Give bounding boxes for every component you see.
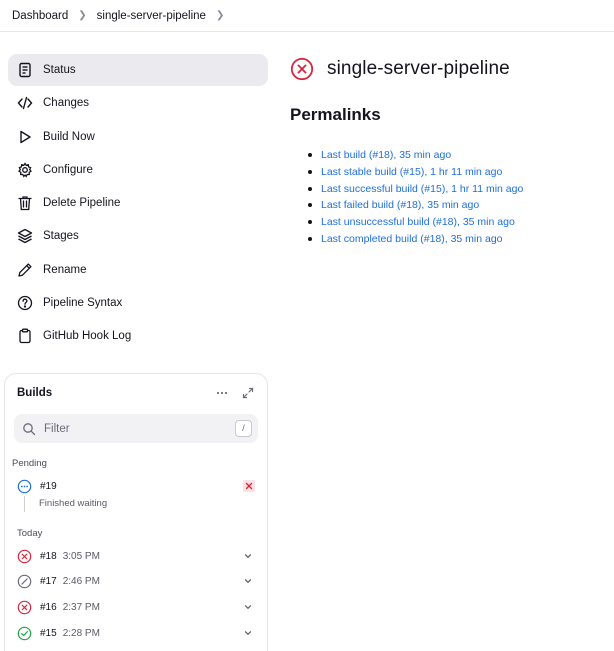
filter-input[interactable] (44, 422, 224, 435)
list-item: Last stable build (#15), 1 hr 11 min ago (308, 164, 523, 181)
builds-title: Builds (17, 387, 53, 399)
permalink-last-failed-build[interactable]: Last failed build (#18), 35 min ago (321, 199, 479, 211)
build-number: #17 (40, 575, 57, 587)
chevron-down-icon[interactable] (243, 576, 253, 586)
sidebar-item-stages[interactable]: Stages (8, 220, 268, 252)
permalinks-list: Last build (#18), 35 min ago Last stable… (308, 147, 523, 248)
sidebar-item-build-now[interactable]: Build Now (8, 121, 268, 153)
filter-box: / (14, 414, 258, 443)
list-item: Last completed build (#18), 35 min ago (308, 231, 523, 248)
build-time: 2:28 PM (62, 627, 100, 639)
failed-status-icon (17, 600, 32, 614)
build-time: 3:05 PM (62, 550, 100, 562)
build-row[interactable]: #17 2:46 PM (17, 571, 257, 591)
chevron-down-icon[interactable] (243, 628, 253, 638)
sidebar-item-label: Configure (43, 163, 93, 176)
sidebar-item-pipeline-syntax[interactable]: Pipeline Syntax (8, 287, 268, 319)
failed-status-icon (17, 549, 32, 563)
close-icon (245, 482, 253, 490)
build-time: 2:46 PM (62, 575, 100, 587)
builds-toolbar (215, 386, 255, 400)
cancel-build-button[interactable] (243, 480, 255, 492)
permalink-last-build[interactable]: Last build (#18), 35 min ago (321, 149, 451, 161)
permalink-last-unsuccessful-build[interactable]: Last unsuccessful build (#18), 35 min ag… (321, 216, 515, 228)
pending-label: Pending (12, 458, 47, 469)
play-icon (20, 130, 31, 143)
list-item: Last failed build (#18), 35 min ago (308, 197, 523, 214)
status-icon (19, 62, 31, 78)
sidebar-tasks: Status Changes Build Now Configure Delet… (8, 54, 268, 354)
build-number: #15 (40, 627, 57, 639)
sidebar-item-label: Rename (43, 263, 87, 276)
sidebar-item-label: GitHub Hook Log (43, 330, 132, 343)
list-item: Last successful build (#15), 1 hr 11 min… (308, 181, 523, 198)
failed-status-icon (290, 57, 314, 81)
permalink-last-successful-build[interactable]: Last successful build (#15), 1 hr 11 min… (321, 183, 523, 195)
sidebar-item-label: Delete Pipeline (43, 197, 121, 210)
more-icon[interactable] (215, 386, 229, 400)
list-item: Last unsuccessful build (#18), 35 min ag… (308, 214, 523, 231)
sidebar-item-label: Build Now (43, 130, 95, 143)
pending-note: Finished waiting (24, 496, 107, 512)
layers-icon (17, 229, 33, 244)
pending-status-icon (17, 479, 32, 493)
list-item: Last build (#18), 35 min ago (308, 147, 523, 164)
today-label: Today (17, 528, 43, 539)
breadcrumb-pipeline[interactable]: single-server-pipeline (97, 7, 206, 25)
chevron-right-icon[interactable]: ❯ (216, 10, 224, 21)
search-icon (23, 422, 36, 435)
breadcrumb: Dashboard ❯ single-server-pipeline ❯ (0, 0, 614, 32)
help-icon (17, 295, 33, 311)
sidebar-item-label: Status (43, 64, 76, 76)
keyboard-shortcut-hint: / (235, 420, 252, 437)
build-time: 2:37 PM (62, 601, 100, 613)
chevron-right-icon: ❯ (78, 10, 87, 21)
sidebar-item-label: Changes (43, 97, 90, 110)
chevron-down-icon[interactable] (243, 551, 253, 561)
build-row[interactable]: #18 3:05 PM (17, 546, 257, 566)
build-row[interactable]: #16 2:37 PM (17, 597, 257, 617)
sidebar-item-github-hook-log[interactable]: GitHub Hook Log (8, 320, 268, 352)
clipboard-icon (19, 328, 31, 344)
trash-icon (18, 196, 32, 211)
sidebar-item-changes[interactable]: Changes (8, 87, 268, 119)
sidebar-item-status[interactable]: Status (8, 54, 268, 86)
pencil-icon (18, 263, 32, 277)
build-number: #18 (40, 550, 57, 562)
pipeline-title: single-server-pipeline (327, 58, 510, 79)
breadcrumb-dashboard[interactable]: Dashboard (12, 7, 68, 25)
code-icon (17, 97, 33, 110)
success-status-icon (17, 626, 32, 640)
sidebar-item-rename[interactable]: Rename (8, 254, 268, 286)
build-row[interactable]: #15 2:28 PM (17, 623, 257, 643)
permalinks-heading: Permalinks (290, 105, 381, 124)
sidebar-item-delete-pipeline[interactable]: Delete Pipeline (8, 187, 268, 219)
sidebar-item-configure[interactable]: Configure (8, 154, 268, 186)
aborted-status-icon (17, 574, 32, 588)
permalink-last-stable-build[interactable]: Last stable build (#15), 1 hr 11 min ago (321, 166, 502, 178)
sidebar-item-label: Stages (43, 230, 79, 243)
sidebar-item-label: Pipeline Syntax (43, 297, 123, 310)
permalink-last-completed-build[interactable]: Last completed build (#18), 35 min ago (321, 233, 503, 245)
gear-icon (18, 162, 32, 178)
expand-icon[interactable] (241, 386, 255, 400)
chevron-down-icon[interactable] (243, 602, 253, 612)
page-title: single-server-pipeline (290, 57, 510, 81)
build-number: #16 (40, 601, 57, 613)
build-row-pending[interactable]: #19 (17, 476, 257, 496)
build-number: #19 (40, 480, 57, 492)
